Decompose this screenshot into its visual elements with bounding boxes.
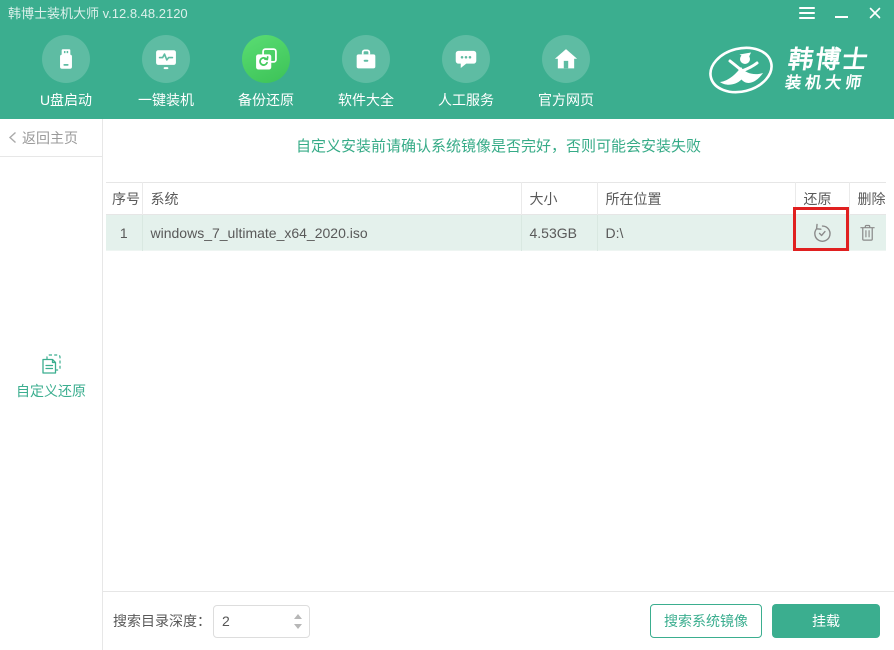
col-header-restore: 还原 xyxy=(795,183,849,215)
col-header-system: 系统 xyxy=(142,183,521,215)
chat-bubble-icon xyxy=(442,35,490,83)
window-controls xyxy=(798,5,884,21)
col-header-delete: 删除 xyxy=(849,183,886,215)
search-images-button[interactable]: 搜索系统镜像 xyxy=(650,604,762,638)
search-depth-label: 搜索目录深度： xyxy=(113,611,211,631)
stepper-up-icon[interactable] xyxy=(294,614,302,619)
search-depth-stepper xyxy=(213,605,310,638)
nav-item-backup-restore[interactable]: 备份还原 xyxy=(216,35,316,110)
body: 返回主页 自定义还原 自定义安装前请确认系统镜像是否完好，否则可能会安装失败 序… xyxy=(0,119,894,650)
nav-item-usb-boot[interactable]: U盘启动 xyxy=(16,35,116,110)
sidebar: 返回主页 自定义还原 xyxy=(0,119,103,650)
back-home-label: 返回主页 xyxy=(22,128,78,148)
cell-size: 4.53GB xyxy=(521,215,597,251)
cell-index: 1 xyxy=(106,215,142,251)
sidebar-item-label: 自定义还原 xyxy=(16,381,86,401)
footer-bar: 搜索目录深度： 搜索系统镜像 挂载 xyxy=(103,591,894,650)
sidebar-item-custom-restore[interactable]: 自定义还原 xyxy=(0,352,102,401)
backup-restore-icon xyxy=(242,35,290,83)
restore-history-icon xyxy=(811,222,833,244)
nav-label: 一键装机 xyxy=(138,90,194,110)
nav-label: 人工服务 xyxy=(438,90,494,110)
col-header-index: 序号 xyxy=(106,183,142,215)
nav-item-software-collection[interactable]: 软件大全 xyxy=(316,35,416,110)
trash-icon xyxy=(857,222,878,243)
nav-item-official-website[interactable]: 官方网页 xyxy=(516,35,616,110)
back-home-button[interactable]: 返回主页 xyxy=(0,119,102,157)
home-icon xyxy=(542,35,590,83)
main-content: 自定义安装前请确认系统镜像是否完好，否则可能会安装失败 序号 系统 大小 所在位… xyxy=(103,119,894,650)
image-table: 序号 系统 大小 所在位置 还原 删除 1 windows_7_ultimate… xyxy=(106,182,886,251)
usb-drive-icon xyxy=(42,35,90,83)
monitor-pulse-icon xyxy=(142,35,190,83)
table-row[interactable]: 1 windows_7_ultimate_x64_2020.iso 4.53GB… xyxy=(106,215,886,251)
nav-label: U盘启动 xyxy=(40,90,92,110)
cell-location: D:\ xyxy=(597,215,795,251)
nav-item-customer-service[interactable]: 人工服务 xyxy=(416,35,516,110)
col-header-location: 所在位置 xyxy=(597,183,795,215)
brand-logo: 韩博士 装机大师 xyxy=(707,41,868,99)
brand-subtitle: 装机大师 xyxy=(784,74,868,94)
stepper-down-icon[interactable] xyxy=(294,624,302,629)
nav-item-one-key-install[interactable]: 一键装机 xyxy=(116,35,216,110)
stepper-arrows xyxy=(294,606,302,637)
brand-name: 韩博士 xyxy=(786,46,871,74)
titlebar: 韩博士装机大师 v.12.8.48.2120 xyxy=(0,0,894,25)
nav-label: 软件大全 xyxy=(338,90,394,110)
menu-icon[interactable] xyxy=(798,5,816,21)
window-title: 韩博士装机大师 v.12.8.48.2120 xyxy=(8,3,188,22)
cell-system-name: windows_7_ultimate_x64_2020.iso xyxy=(142,215,521,251)
search-depth-input[interactable] xyxy=(214,613,276,629)
delete-button[interactable] xyxy=(849,215,886,251)
brand-logo-text: 韩博士 装机大师 xyxy=(784,46,872,94)
main-nav: U盘启动 一键装机 备份还原 xyxy=(0,25,894,119)
close-button[interactable] xyxy=(866,5,884,21)
col-header-size: 大小 xyxy=(521,183,597,215)
minimize-icon xyxy=(835,16,848,18)
custom-restore-document-icon xyxy=(39,352,63,376)
brand-logo-icon xyxy=(707,41,775,99)
nav-label: 官方网页 xyxy=(538,90,594,110)
briefcase-icon xyxy=(342,35,390,83)
notice-text: 自定义安装前请确认系统镜像是否完好，否则可能会安装失败 xyxy=(103,135,894,159)
hamburger-icon xyxy=(799,7,815,19)
chevron-left-icon xyxy=(8,131,17,144)
close-icon xyxy=(869,7,881,19)
mount-button[interactable]: 挂载 xyxy=(772,604,880,638)
table-header-row: 序号 系统 大小 所在位置 还原 删除 xyxy=(106,183,886,215)
nav-label: 备份还原 xyxy=(238,90,294,110)
minimize-button[interactable] xyxy=(832,5,850,21)
restore-button[interactable] xyxy=(795,215,849,251)
